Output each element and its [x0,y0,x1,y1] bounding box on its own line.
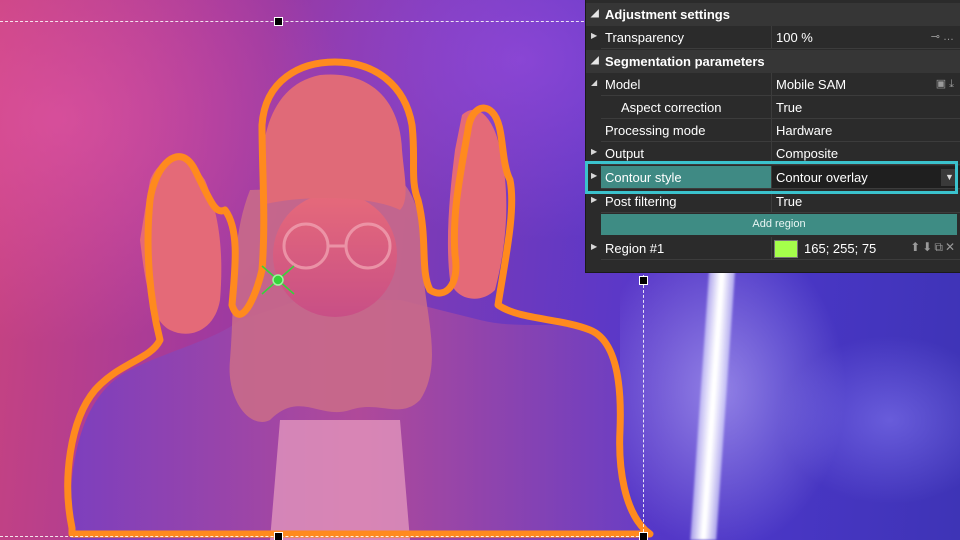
move-up-icon[interactable]: ⬆ [910,240,922,254]
contour-style-select[interactable]: Contour overlay ▼ [771,166,960,189]
property-label: Output [601,142,771,165]
property-processing-mode[interactable]: Processing mode Hardware [586,119,960,142]
download-icon[interactable]: ⤓ [949,78,957,90]
aspect-correction-value[interactable]: True [771,96,960,119]
processing-mode-value[interactable]: Hardware [771,119,960,142]
expand-arrow-icon[interactable]: ▶ [591,195,597,204]
expand-arrow-icon[interactable]: ▶ [591,147,597,156]
model-value[interactable]: Mobile SAM ▣⤓ [771,73,960,96]
region-color-value[interactable]: 165; 255; 75 ⬆⬇⧉✕ [771,237,960,260]
property-output[interactable]: ▶ Output Composite [586,142,960,165]
resize-handle-bottom-right[interactable] [639,532,648,540]
folder-icon[interactable]: ▣ [936,78,949,90]
slider-more-icons[interactable]: ⊸… [931,30,957,43]
collapse-triangle-icon[interactable]: ◢ [591,8,599,19]
property-post-filtering[interactable]: ▶ Post filtering True [586,190,960,213]
properties-panel: ◢ Adjustment settings ▶ Transparency 100… [585,0,960,273]
move-down-icon[interactable]: ⬇ [922,240,934,254]
slider-icon[interactable]: ⊸ [931,31,943,43]
section-segmentation-parameters[interactable]: ◢ Segmentation parameters [586,50,960,73]
chevron-down-icon[interactable]: ▼ [941,169,958,186]
expand-arrow-icon[interactable]: ▶ [591,171,597,180]
more-icon[interactable]: … [943,31,957,43]
add-region-button[interactable]: Add region [601,214,957,235]
collapse-triangle-icon[interactable]: ◢ [591,55,599,66]
property-region-1[interactable]: ▶ Region #1 165; 255; 75 ⬆⬇⧉✕ [586,237,960,260]
expand-arrow-icon[interactable]: ◢ [591,78,597,87]
delete-icon[interactable]: ✕ [945,240,957,254]
transparency-value[interactable]: 100 % ⊸… [771,26,960,49]
section-adjustment-settings[interactable]: ◢ Adjustment settings [586,3,960,26]
property-contour-style[interactable]: ▶ Contour style Contour overlay ▼ [586,166,960,189]
color-swatch[interactable] [774,240,798,258]
copy-icon[interactable]: ⧉ [934,240,945,254]
property-label: Post filtering [601,190,771,213]
expand-arrow-icon[interactable]: ▶ [591,31,597,40]
property-label: Transparency [601,26,771,49]
property-label: Aspect correction [601,96,771,119]
selection-frame[interactable] [0,21,644,537]
property-label: Model [601,73,771,96]
property-label: Processing mode [601,119,771,142]
resize-handle-bottom[interactable] [274,532,283,540]
property-model[interactable]: ◢ Model Mobile SAM ▣⤓ [586,73,960,96]
expand-arrow-icon[interactable]: ▶ [591,242,597,251]
resize-handle-right-top[interactable] [639,276,648,285]
output-value[interactable]: Composite [771,142,960,165]
post-filtering-value[interactable]: True [771,190,960,213]
property-aspect-correction[interactable]: Aspect correction True [586,96,960,119]
resize-handle-top[interactable] [274,17,283,26]
property-transparency[interactable]: ▶ Transparency 100 % ⊸… [586,26,960,49]
property-label: Region #1 [601,237,771,260]
property-label: Contour style [601,166,771,189]
